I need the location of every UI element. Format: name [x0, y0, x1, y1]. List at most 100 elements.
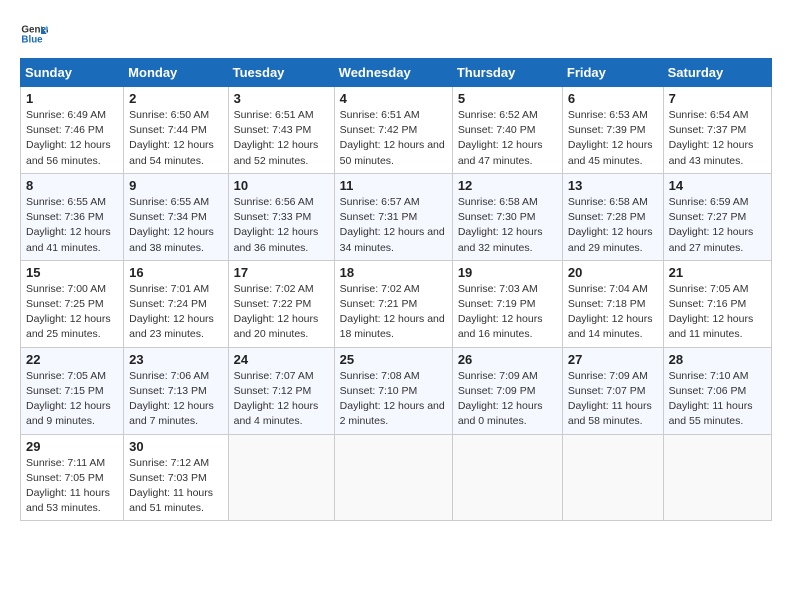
sunset-label: Sunset: 7:03 PM	[129, 472, 207, 484]
sunrise-label: Sunrise: 7:10 AM	[669, 370, 749, 382]
sunset-label: Sunset: 7:18 PM	[568, 298, 646, 310]
day-cell: 22 Sunrise: 7:05 AM Sunset: 7:15 PM Dayl…	[21, 347, 124, 434]
day-cell: 10 Sunrise: 6:56 AM Sunset: 7:33 PM Dayl…	[228, 173, 334, 260]
day-number: 5	[458, 91, 557, 106]
sunrise-label: Sunrise: 7:02 AM	[234, 283, 314, 295]
day-cell: 5 Sunrise: 6:52 AM Sunset: 7:40 PM Dayli…	[452, 87, 562, 174]
day-info: Sunrise: 6:49 AM Sunset: 7:46 PM Dayligh…	[26, 108, 118, 169]
sunset-label: Sunset: 7:09 PM	[458, 385, 536, 397]
sunset-label: Sunset: 7:31 PM	[340, 211, 418, 223]
day-cell	[334, 434, 452, 521]
day-info: Sunrise: 7:00 AM Sunset: 7:25 PM Dayligh…	[26, 282, 118, 343]
sunrise-label: Sunrise: 6:51 AM	[340, 109, 420, 121]
header-cell-saturday: Saturday	[663, 59, 771, 87]
day-cell: 29 Sunrise: 7:11 AM Sunset: 7:05 PM Dayl…	[21, 434, 124, 521]
daylight-label: Daylight: 12 hours and 29 minutes.	[568, 226, 653, 253]
daylight-label: Daylight: 12 hours and 16 minutes.	[458, 313, 543, 340]
sunset-label: Sunset: 7:13 PM	[129, 385, 207, 397]
sunrise-label: Sunrise: 7:00 AM	[26, 283, 106, 295]
day-number: 14	[669, 178, 766, 193]
daylight-label: Daylight: 11 hours and 51 minutes.	[129, 487, 213, 514]
day-info: Sunrise: 6:52 AM Sunset: 7:40 PM Dayligh…	[458, 108, 557, 169]
sunset-label: Sunset: 7:27 PM	[669, 211, 747, 223]
sunrise-label: Sunrise: 7:08 AM	[340, 370, 420, 382]
sunset-label: Sunset: 7:34 PM	[129, 211, 207, 223]
day-cell: 18 Sunrise: 7:02 AM Sunset: 7:21 PM Dayl…	[334, 260, 452, 347]
day-info: Sunrise: 6:51 AM Sunset: 7:42 PM Dayligh…	[340, 108, 447, 169]
sunset-label: Sunset: 7:39 PM	[568, 124, 646, 136]
day-info: Sunrise: 6:58 AM Sunset: 7:30 PM Dayligh…	[458, 195, 557, 256]
daylight-label: Daylight: 12 hours and 43 minutes.	[669, 139, 754, 166]
day-cell: 15 Sunrise: 7:00 AM Sunset: 7:25 PM Dayl…	[21, 260, 124, 347]
daylight-label: Daylight: 12 hours and 34 minutes.	[340, 226, 445, 253]
sunrise-label: Sunrise: 7:07 AM	[234, 370, 314, 382]
daylight-label: Daylight: 12 hours and 0 minutes.	[458, 400, 543, 427]
day-info: Sunrise: 7:05 AM Sunset: 7:15 PM Dayligh…	[26, 369, 118, 430]
day-number: 9	[129, 178, 222, 193]
day-number: 25	[340, 352, 447, 367]
sunrise-label: Sunrise: 6:56 AM	[234, 196, 314, 208]
day-info: Sunrise: 6:55 AM Sunset: 7:34 PM Dayligh…	[129, 195, 222, 256]
day-cell: 1 Sunrise: 6:49 AM Sunset: 7:46 PM Dayli…	[21, 87, 124, 174]
sunrise-label: Sunrise: 7:05 AM	[26, 370, 106, 382]
day-info: Sunrise: 7:09 AM Sunset: 7:07 PM Dayligh…	[568, 369, 658, 430]
day-number: 19	[458, 265, 557, 280]
daylight-label: Daylight: 12 hours and 11 minutes.	[669, 313, 754, 340]
header-cell-friday: Friday	[562, 59, 663, 87]
day-info: Sunrise: 6:58 AM Sunset: 7:28 PM Dayligh…	[568, 195, 658, 256]
sunrise-label: Sunrise: 6:54 AM	[669, 109, 749, 121]
week-row-5: 29 Sunrise: 7:11 AM Sunset: 7:05 PM Dayl…	[21, 434, 772, 521]
day-number: 7	[669, 91, 766, 106]
day-cell: 2 Sunrise: 6:50 AM Sunset: 7:44 PM Dayli…	[124, 87, 228, 174]
week-row-2: 8 Sunrise: 6:55 AM Sunset: 7:36 PM Dayli…	[21, 173, 772, 260]
daylight-label: Daylight: 12 hours and 36 minutes.	[234, 226, 319, 253]
day-cell: 23 Sunrise: 7:06 AM Sunset: 7:13 PM Dayl…	[124, 347, 228, 434]
day-info: Sunrise: 6:55 AM Sunset: 7:36 PM Dayligh…	[26, 195, 118, 256]
day-number: 11	[340, 178, 447, 193]
day-number: 24	[234, 352, 329, 367]
daylight-label: Daylight: 12 hours and 9 minutes.	[26, 400, 111, 427]
day-number: 13	[568, 178, 658, 193]
sunrise-label: Sunrise: 7:05 AM	[669, 283, 749, 295]
logo-icon: General Blue	[20, 20, 48, 48]
day-number: 2	[129, 91, 222, 106]
day-info: Sunrise: 6:56 AM Sunset: 7:33 PM Dayligh…	[234, 195, 329, 256]
day-number: 21	[669, 265, 766, 280]
sunset-label: Sunset: 7:40 PM	[458, 124, 536, 136]
sunrise-label: Sunrise: 7:09 AM	[568, 370, 648, 382]
day-info: Sunrise: 7:07 AM Sunset: 7:12 PM Dayligh…	[234, 369, 329, 430]
day-number: 30	[129, 439, 222, 454]
daylight-label: Daylight: 12 hours and 20 minutes.	[234, 313, 319, 340]
sunrise-label: Sunrise: 6:58 AM	[458, 196, 538, 208]
day-number: 27	[568, 352, 658, 367]
header-cell-monday: Monday	[124, 59, 228, 87]
day-cell: 21 Sunrise: 7:05 AM Sunset: 7:16 PM Dayl…	[663, 260, 771, 347]
sunset-label: Sunset: 7:30 PM	[458, 211, 536, 223]
sunrise-label: Sunrise: 6:50 AM	[129, 109, 209, 121]
day-info: Sunrise: 7:08 AM Sunset: 7:10 PM Dayligh…	[340, 369, 447, 430]
sunrise-label: Sunrise: 7:02 AM	[340, 283, 420, 295]
day-cell: 17 Sunrise: 7:02 AM Sunset: 7:22 PM Dayl…	[228, 260, 334, 347]
day-info: Sunrise: 6:53 AM Sunset: 7:39 PM Dayligh…	[568, 108, 658, 169]
logo: General Blue	[20, 20, 54, 48]
header-cell-sunday: Sunday	[21, 59, 124, 87]
day-info: Sunrise: 7:02 AM Sunset: 7:21 PM Dayligh…	[340, 282, 447, 343]
day-number: 17	[234, 265, 329, 280]
day-number: 8	[26, 178, 118, 193]
day-info: Sunrise: 7:12 AM Sunset: 7:03 PM Dayligh…	[129, 456, 222, 517]
sunrise-label: Sunrise: 6:58 AM	[568, 196, 648, 208]
day-cell: 19 Sunrise: 7:03 AM Sunset: 7:19 PM Dayl…	[452, 260, 562, 347]
week-row-3: 15 Sunrise: 7:00 AM Sunset: 7:25 PM Dayl…	[21, 260, 772, 347]
daylight-label: Daylight: 12 hours and 47 minutes.	[458, 139, 543, 166]
day-number: 29	[26, 439, 118, 454]
day-cell	[452, 434, 562, 521]
day-number: 23	[129, 352, 222, 367]
sunset-label: Sunset: 7:43 PM	[234, 124, 312, 136]
sunset-label: Sunset: 7:24 PM	[129, 298, 207, 310]
daylight-label: Daylight: 12 hours and 27 minutes.	[669, 226, 754, 253]
day-info: Sunrise: 7:01 AM Sunset: 7:24 PM Dayligh…	[129, 282, 222, 343]
daylight-label: Daylight: 12 hours and 2 minutes.	[340, 400, 445, 427]
daylight-label: Daylight: 12 hours and 56 minutes.	[26, 139, 111, 166]
sunrise-label: Sunrise: 6:57 AM	[340, 196, 420, 208]
day-info: Sunrise: 6:57 AM Sunset: 7:31 PM Dayligh…	[340, 195, 447, 256]
